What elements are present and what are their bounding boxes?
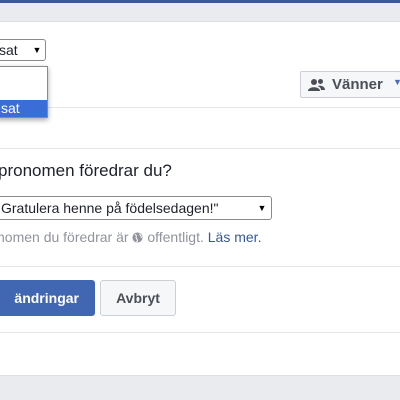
divider [0, 332, 400, 333]
divider [0, 107, 400, 108]
select-arrow-icon: ▼ [32, 45, 42, 55]
globe-icon [132, 230, 143, 243]
pronoun-info-text: nomen du föredrar är [0, 229, 129, 245]
pronoun-info-public: offentligt. [147, 229, 204, 245]
pronoun-select[interactable]: Gratulera henne på födelsedagen!" ▼ [0, 196, 272, 220]
select-arrow-icon: ▼ [257, 203, 267, 213]
friends-icon [308, 78, 326, 96]
pronoun-info: nomen du föredrar är offentligt. Läs mer… [0, 229, 261, 245]
divider [0, 266, 400, 267]
audience-selector-button[interactable]: Vänner ▼ [300, 71, 400, 98]
top-bar [0, 0, 400, 3]
gender-select-value: sat [0, 42, 18, 58]
gender-dropdown-list[interactable]: sat [0, 66, 48, 118]
save-changes-label: ändringar [14, 290, 79, 306]
cancel-button[interactable]: Avbryt [100, 280, 176, 316]
gender-select[interactable]: sat ▼ [0, 39, 46, 61]
learn-more-link[interactable]: Läs mer. [208, 229, 262, 245]
dropdown-option[interactable] [0, 84, 47, 101]
divider [0, 148, 400, 149]
caret-down-icon: ▼ [393, 77, 400, 87]
pronoun-select-value: Gratulera henne på födelsedagen!" [1, 200, 219, 216]
pronoun-question: pronomen föredrar du? [0, 161, 172, 180]
dropdown-option-selected[interactable]: sat [0, 100, 47, 117]
cancel-label: Avbryt [116, 290, 160, 306]
save-changes-button[interactable]: ändringar [0, 280, 95, 316]
audience-label: Vänner [332, 76, 383, 93]
